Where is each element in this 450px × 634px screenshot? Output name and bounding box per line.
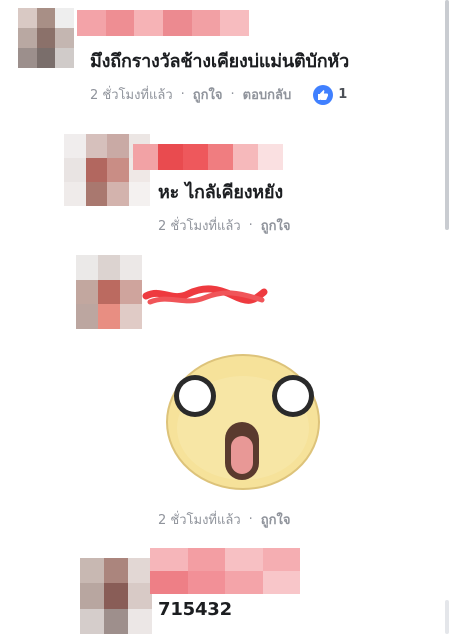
like-link[interactable]: ถูกใจ (261, 509, 291, 530)
separator-dot: · (230, 87, 235, 102)
author-name-redacted (150, 548, 300, 594)
avatar[interactable] (76, 255, 142, 329)
shocked-face-sticker (166, 354, 320, 490)
reaction-count: 1 (338, 87, 348, 102)
separator-dot: · (248, 218, 253, 233)
comment-text: 715432 (158, 599, 232, 620)
comment-text: หะ ไกลัเคียงหยัง (158, 182, 283, 203)
timestamp: 2 ชั่วโมงที่แล้ว (158, 513, 241, 528)
timestamp: 2 ชั่วโมงที่แล้ว (158, 219, 241, 234)
like-link[interactable]: ถูกใจ (193, 84, 223, 105)
avatar[interactable] (80, 558, 152, 634)
timestamp: 2 ชั่วโมงที่แล้ว (90, 88, 173, 103)
reply-link[interactable]: ตอบกลับ (243, 84, 292, 105)
thumbs-up-icon[interactable] (313, 84, 334, 105)
author-name-scribble (142, 285, 268, 305)
avatar[interactable] (18, 8, 74, 68)
comment-text: มึงถึกรางวัลช้างเคียงบ่แม่นติบักหัว (90, 51, 349, 72)
like-link[interactable]: ถูกใจ (261, 215, 291, 236)
separator-dot: · (180, 87, 185, 102)
author-name-redacted (77, 10, 249, 36)
comment-meta: 2 ชั่วโมงที่แล้ว · ถูกใจ (158, 509, 291, 530)
scrollbar[interactable] (445, 0, 449, 230)
scrollbar-track (445, 600, 449, 634)
comment-meta: 2 ชั่วโมงที่แล้ว · ถูกใจ · ตอบกลับ 1 (90, 84, 347, 105)
comment-meta: 2 ชั่วโมงที่แล้ว · ถูกใจ (158, 215, 291, 236)
separator-dot: · (248, 512, 253, 527)
author-name-redacted (133, 144, 283, 170)
